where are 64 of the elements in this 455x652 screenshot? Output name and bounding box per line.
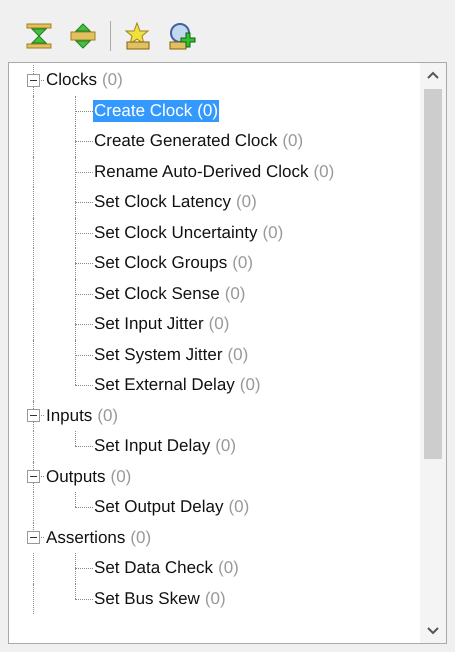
item-count: (0) [130, 526, 152, 549]
add-clock-icon [167, 21, 197, 51]
collapse-toggle[interactable] [27, 74, 40, 87]
tree-item[interactable]: Set Clock Latency (0) [93, 191, 258, 214]
item-label: Set Data Check [94, 557, 214, 580]
item-count: (0) [282, 130, 304, 152]
item-count: (0) [313, 160, 334, 183]
item-count: (0) [97, 404, 118, 427]
item-label: Set Clock Groups [94, 252, 228, 274]
scrollbar[interactable] [420, 63, 446, 643]
item-label: Create Generated Clock [94, 130, 278, 152]
tree-item[interactable]: Inputs (0) [45, 404, 120, 427]
item-label: Rename Auto-Derived Clock [94, 160, 308, 183]
tree-item[interactable]: Clocks (0) [45, 69, 124, 92]
item-count: (0) [224, 282, 246, 305]
tree-item[interactable]: Set External Delay (0) [93, 374, 262, 396]
tree-item[interactable]: Set Data Check (0) [93, 557, 240, 580]
tree-item[interactable]: Create Generated Clock (0) [93, 130, 304, 152]
item-label: Clocks [46, 69, 98, 92]
item-count: (0) [204, 588, 226, 610]
item-count: (0) [240, 374, 261, 396]
item-label: Set Bus Skew [94, 588, 200, 610]
item-label: Set Clock Latency [94, 191, 232, 214]
tree-item[interactable]: Outputs (0) [45, 466, 132, 488]
item-label: Set Output Delay [94, 496, 224, 518]
tree-item[interactable]: Set Output Delay (0) [93, 496, 250, 518]
item-count: (0) [215, 435, 236, 458]
item-count: (0) [102, 69, 123, 92]
tree-item[interactable]: Set Input Jitter (0) [93, 313, 230, 336]
collapse-toggle[interactable] [27, 470, 40, 484]
item-count: (0) [208, 313, 230, 336]
tree-item[interactable]: Set Clock Groups (0) [93, 252, 254, 274]
item-label: Set Clock Sense [94, 282, 220, 305]
item-count: (0) [228, 496, 250, 518]
tree-item[interactable]: Rename Auto-Derived Clock (0) [93, 160, 336, 183]
expand-icon [68, 21, 98, 51]
item-label: Set External Delay [94, 374, 235, 396]
tree-item[interactable]: Set Bus Skew (0) [93, 588, 227, 610]
collapse-toggle[interactable] [27, 409, 40, 422]
item-count: (0) [218, 557, 239, 580]
tree-item[interactable]: Set Clock Uncertainty (0) [93, 222, 284, 244]
item-count: (0) [236, 191, 257, 214]
scroll-thumb[interactable] [424, 89, 442, 459]
item-count: (0) [227, 344, 248, 366]
tree-item[interactable]: Set System Jitter (0) [93, 344, 250, 366]
tree-item[interactable]: Set Input Delay (0) [93, 435, 238, 458]
item-label: Set System Jitter [94, 344, 222, 366]
item-label: Inputs [46, 404, 92, 427]
item-count: (0) [110, 466, 132, 488]
item-count: (0) [232, 252, 254, 274]
collapse-toggle[interactable] [27, 531, 40, 544]
item-label: Create Clock [94, 100, 192, 122]
tree-item[interactable]: Set Clock Sense (0) [93, 282, 246, 305]
item-label: Set Input Jitter [94, 313, 204, 336]
item-label: Set Input Delay [94, 435, 210, 458]
collapse-icon [24, 21, 54, 51]
item-label: Set Clock Uncertainty [94, 222, 258, 244]
item-count: (0) [262, 222, 284, 244]
scroll-up-icon[interactable] [427, 71, 439, 79]
item-label: Assertions [46, 526, 126, 549]
scroll-down-icon[interactable] [427, 627, 439, 635]
item-count: (0) [197, 100, 218, 122]
tree-item[interactable]: Assertions (0) [45, 526, 152, 549]
item-label: Outputs [46, 466, 106, 488]
